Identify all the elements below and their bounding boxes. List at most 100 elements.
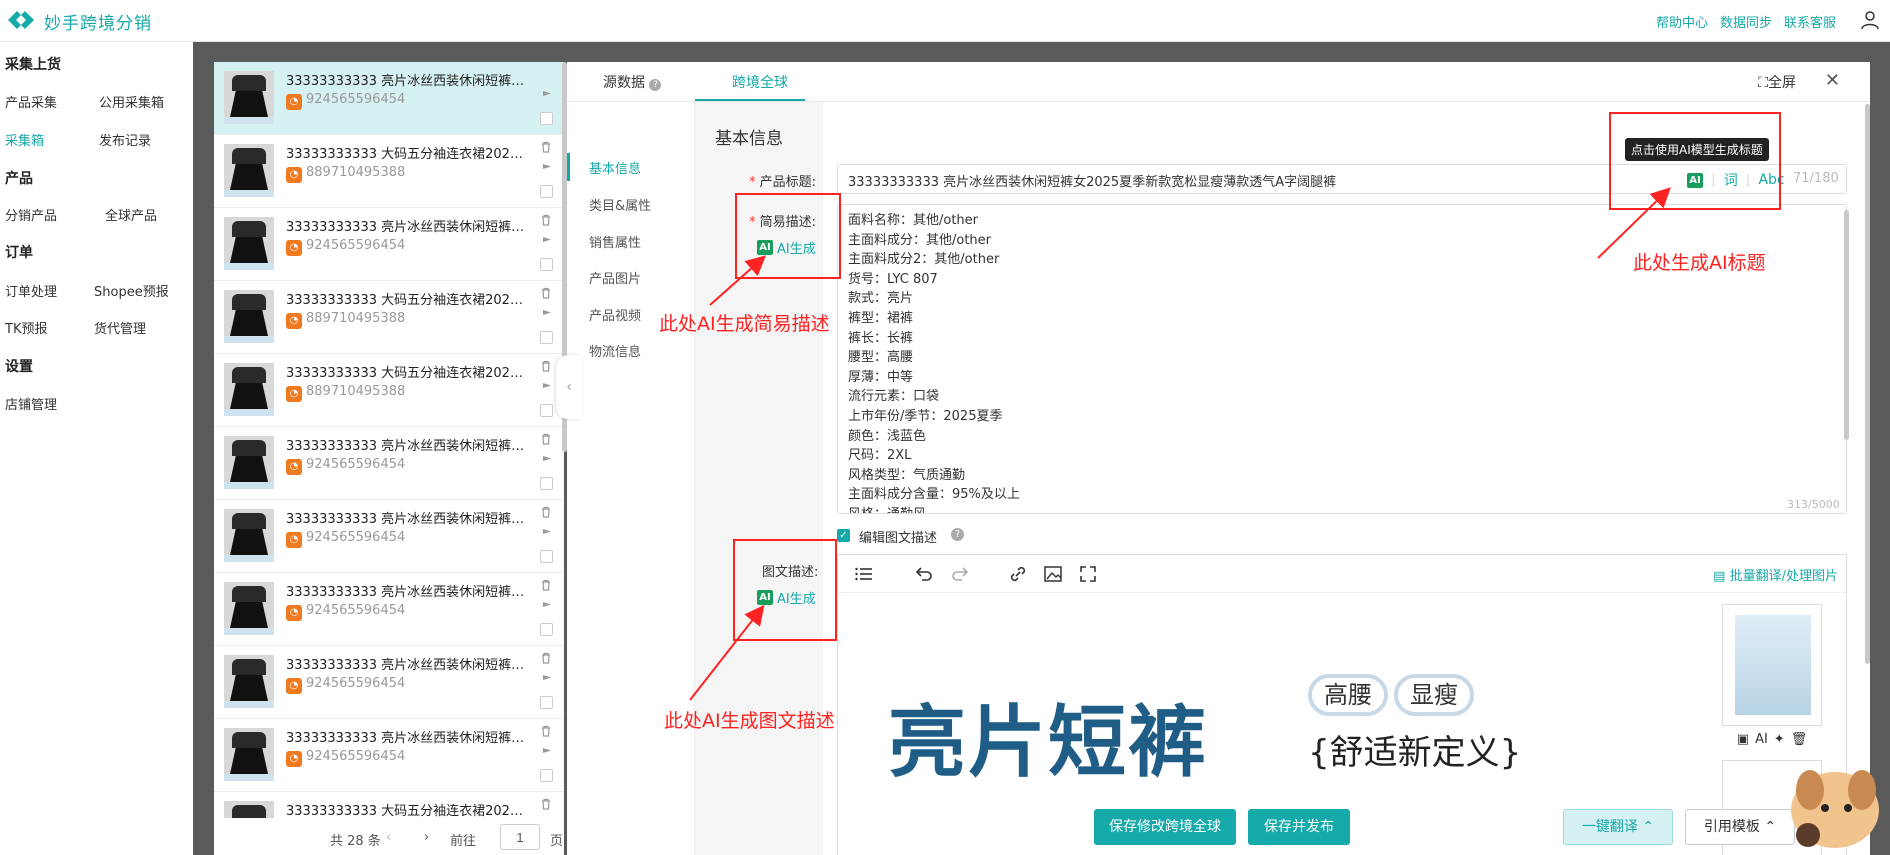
delete-icon[interactable] xyxy=(540,725,552,737)
product-checkbox[interactable] xyxy=(540,550,553,563)
product-source-id: 889710495388 xyxy=(306,165,406,180)
flag-icon[interactable] xyxy=(541,236,553,248)
data-sync-link[interactable]: 数据同步 xyxy=(1720,12,1772,31)
tab-cross-border-global[interactable]: 跨境全球 xyxy=(732,72,788,92)
fullscreen-button[interactable]: ⛶全屏 xyxy=(1758,72,1796,92)
flag-icon[interactable] xyxy=(541,528,553,540)
delete-icon[interactable] xyxy=(540,214,552,226)
product-checkbox[interactable] xyxy=(540,112,553,125)
section-tab-category-attributes[interactable]: 类目&属性 xyxy=(589,195,651,214)
content-tag: 高腰 xyxy=(1308,674,1388,716)
editor-scrollbar[interactable] xyxy=(1865,104,1870,664)
product-thumbnail xyxy=(224,655,274,708)
section-tab-product-video[interactable]: 产品视频 xyxy=(589,305,641,324)
nav-item-tk-forecast[interactable]: TK预报 xyxy=(5,318,47,337)
section-tab-basic-info[interactable]: 基本信息 xyxy=(589,158,641,177)
nav-item-product-collect[interactable]: 产品采集 xyxy=(5,92,57,111)
description-line: 流行元素：口袋 xyxy=(848,389,940,405)
chevron-up-icon: ⌃ xyxy=(1764,819,1777,835)
nav-item-distribution-products[interactable]: 分销产品 xyxy=(5,205,57,224)
product-checkbox[interactable] xyxy=(540,769,553,782)
flag-icon[interactable] xyxy=(541,455,553,467)
product-checkbox[interactable] xyxy=(540,696,553,709)
prev-page-icon[interactable]: ‹ xyxy=(386,830,391,845)
app-header: 妙手跨境分销 帮助中心 数据同步 联系客服 xyxy=(0,0,1890,42)
save-global-button[interactable]: 保存修改跨境全球 xyxy=(1094,809,1236,845)
product-checkbox[interactable] xyxy=(540,331,553,344)
flag-icon[interactable] xyxy=(541,674,553,686)
product-list-item[interactable]: 33333333333 亮片冰丝西装休闲短裤女... ◔ 924565596454 xyxy=(214,573,564,646)
product-list-item[interactable]: 33333333333 亮片冰丝西装休闲短裤女... ◔ 924565596454 xyxy=(214,719,564,792)
ai-icon[interactable]: AI xyxy=(1755,732,1768,750)
product-checkbox[interactable] xyxy=(540,623,553,636)
description-line: 主面料成分2：其他/other xyxy=(848,252,1000,268)
delete-icon[interactable] xyxy=(540,652,552,664)
section-tab-logistics[interactable]: 物流信息 xyxy=(589,341,641,360)
delete-icon[interactable] xyxy=(540,433,552,445)
section-tab-product-images[interactable]: 产品图片 xyxy=(589,268,641,287)
image-edit-icon[interactable]: ▣ xyxy=(1737,732,1749,750)
contact-support-link[interactable]: 联系客服 xyxy=(1784,12,1836,31)
one-click-translate-button[interactable]: 一键翻译 ⌃ xyxy=(1563,809,1673,845)
product-list-item[interactable]: 33333333333 大码五分袖连衣裙2025... ◔ 889710495388 xyxy=(214,281,564,354)
link-icon[interactable] xyxy=(1008,564,1028,584)
product-checkbox[interactable] xyxy=(540,258,553,271)
product-title: 33333333333 亮片冰丝西装休闲短裤女... xyxy=(286,220,526,235)
expand-icon[interactable] xyxy=(1078,564,1098,584)
nav-item-store-management[interactable]: 店铺管理 xyxy=(5,394,57,413)
undo-icon[interactable] xyxy=(914,564,934,584)
product-list-item[interactable]: 33333333333 亮片冰丝西装休闲短裤女... ◔ 924565596454 xyxy=(214,208,564,281)
product-list-item[interactable]: 33333333333 大码五分袖连衣裙2025... ◔ 889710495388 xyxy=(214,354,564,427)
product-checkbox[interactable] xyxy=(540,404,553,417)
product-list-item[interactable]: 33333333333 大码五分袖连衣裙2025... ◔ 889710495388 xyxy=(214,135,564,208)
flag-icon[interactable] xyxy=(541,382,553,394)
delete-icon[interactable] xyxy=(540,287,552,299)
flag-icon[interactable] xyxy=(541,601,553,613)
nav-item-global-products[interactable]: 全球产品 xyxy=(105,205,157,224)
description-line: 上市年份/季节：2025夏季 xyxy=(848,408,1003,424)
help-center-link[interactable]: 帮助中心 xyxy=(1656,12,1708,31)
product-list-item[interactable]: 33333333333 亮片冰丝西装休闲短裤女... ◔ 924565596454 xyxy=(214,427,564,500)
delete-icon[interactable] xyxy=(540,141,552,153)
nav-item-forwarder-management[interactable]: 货代管理 xyxy=(94,318,146,337)
image-thumbnail[interactable] xyxy=(1722,604,1822,726)
nav-item-public-collect-box[interactable]: 公用采集箱 xyxy=(99,92,164,111)
description-scrollbar[interactable] xyxy=(1844,210,1849,440)
edit-rich-checkbox[interactable]: ✓ xyxy=(837,529,850,542)
product-checkbox[interactable] xyxy=(540,185,553,198)
section-title: 基本信息 xyxy=(715,129,783,149)
collapse-panel-button[interactable]: ‹ xyxy=(556,355,582,419)
delete-icon[interactable] xyxy=(540,798,552,810)
close-icon[interactable]: ✕ xyxy=(1825,70,1840,91)
section-tab-sales-attributes[interactable]: 销售属性 xyxy=(589,232,641,251)
nav-item-collect-box[interactable]: 采集箱 xyxy=(5,130,44,149)
product-list-item[interactable]: 33333333333 亮片冰丝西装休闲短裤女2025... ◔ 924565596… xyxy=(214,62,564,135)
user-icon[interactable] xyxy=(1860,10,1880,30)
product-thumbnail xyxy=(224,290,274,343)
nav-item-publish-records[interactable]: 发布记录 xyxy=(99,130,151,149)
apply-template-button[interactable]: 引用模板 ⌃ xyxy=(1685,809,1795,845)
flag-icon[interactable] xyxy=(541,747,553,759)
image-icon[interactable] xyxy=(1043,564,1063,584)
product-list-item[interactable]: 33333333333 亮片冰丝西装休闲短裤女... ◔ 924565596454 xyxy=(214,500,564,573)
list-icon[interactable] xyxy=(854,564,874,584)
page-suffix: 页 xyxy=(550,834,564,849)
nav-item-order-processing[interactable]: 订单处理 xyxy=(5,281,57,300)
batch-translate-button[interactable]: ▤ 批量翻译/处理图片 xyxy=(1713,565,1838,584)
page-number-input[interactable] xyxy=(500,824,540,850)
redo-icon[interactable] xyxy=(950,564,970,584)
flag-icon[interactable] xyxy=(541,309,553,321)
product-checkbox[interactable] xyxy=(540,477,553,490)
product-list-item[interactable]: 33333333333 亮片冰丝西装休闲短裤女... ◔ 924565596454 xyxy=(214,646,564,719)
save-publish-button[interactable]: 保存并发布 xyxy=(1248,809,1350,845)
delete-icon[interactable] xyxy=(540,360,552,372)
flag-icon[interactable] xyxy=(541,90,553,102)
delete-icon[interactable] xyxy=(540,506,552,518)
nav-item-shopee-forecast[interactable]: Shopee预报 xyxy=(94,281,169,300)
next-page-icon[interactable]: › xyxy=(424,830,429,845)
tab-source-data[interactable]: 源数据 ? xyxy=(603,72,662,92)
flag-icon[interactable] xyxy=(541,163,553,175)
product-source-id: 924565596454 xyxy=(306,457,406,472)
mascot-icon xyxy=(1791,770,1879,848)
delete-icon[interactable] xyxy=(540,579,552,591)
